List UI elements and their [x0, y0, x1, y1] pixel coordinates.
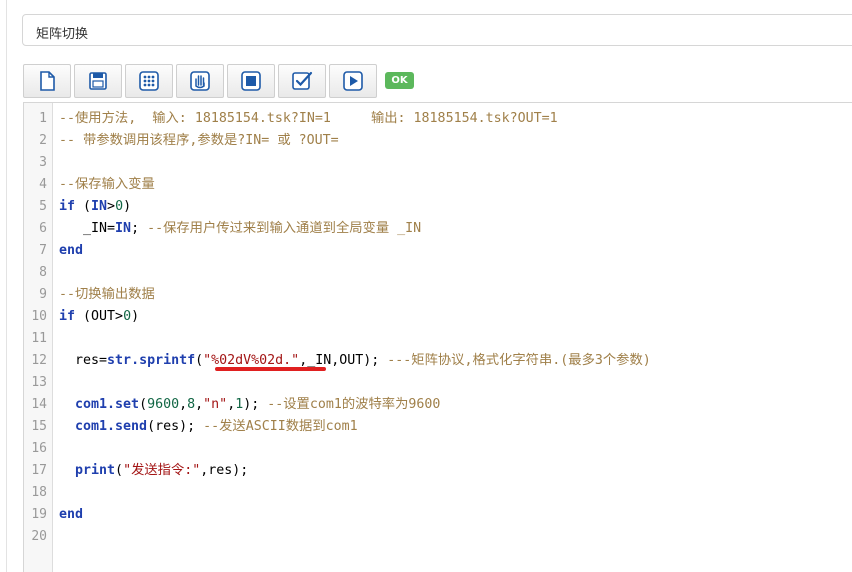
- code-text: ,: [179, 397, 188, 412]
- comment: ---矩阵协议,格式化字符串.(最多3个参数): [387, 353, 651, 368]
- string-literal: "n": [203, 397, 228, 412]
- hand-button[interactable]: [176, 64, 224, 98]
- line-number: 7: [39, 243, 47, 258]
- play-icon: [343, 71, 363, 91]
- comment: --设置com1的波特率为9600: [267, 397, 441, 412]
- line-number: 11: [31, 331, 47, 346]
- string-literal: "%02dV%02d.": [203, 353, 300, 368]
- line-number: 15: [31, 419, 47, 434]
- line-number: 5: [39, 199, 47, 214]
- variable: IN: [91, 199, 108, 214]
- line-number: 16: [31, 441, 47, 456]
- line-number: 4: [39, 177, 47, 192]
- keyword: if: [59, 199, 76, 214]
- code-text: ,: [195, 397, 204, 412]
- page: 矩阵切换 OK 1 2 3 4 5 6 7 8 9 10 11 12 13 14…: [0, 0, 852, 572]
- string-literal: "发送指令:": [123, 463, 201, 478]
- comment: --保存用户传过来到输入通道到全局变量 _IN: [147, 221, 422, 236]
- comment: --发送ASCII数据到com1: [203, 419, 358, 434]
- line-number: 18: [31, 485, 47, 500]
- code-text: (res);: [147, 419, 204, 434]
- code-text: (: [115, 463, 124, 478]
- variable: IN: [115, 221, 132, 236]
- code-text: ;: [131, 221, 148, 236]
- line-number: 9: [39, 287, 47, 302]
- code-line-15: com1.send(res); --发送ASCII数据到com1: [59, 416, 358, 438]
- code-editor[interactable]: 1 2 3 4 5 6 7 8 9 10 11 12 13 14 15 16 1…: [23, 102, 852, 572]
- line-number: 2: [39, 133, 47, 148]
- check-button[interactable]: [278, 64, 326, 98]
- run-button[interactable]: [329, 64, 377, 98]
- code-line-7: end: [59, 243, 84, 258]
- left-divider: [6, 0, 7, 572]
- line-number: 12: [31, 353, 47, 368]
- line-number: 17: [31, 463, 47, 478]
- code-line-5: if (IN>0): [59, 196, 131, 218]
- code-text: );: [243, 397, 268, 412]
- hand-icon: [190, 71, 210, 91]
- script-title-field[interactable]: 矩阵切换: [22, 14, 852, 46]
- code-line-4: --保存输入变量: [59, 177, 155, 192]
- keyword: if: [59, 309, 76, 324]
- function-name: str.sprintf: [107, 353, 196, 368]
- keypad-button[interactable]: [125, 64, 173, 98]
- code-line-19: end: [59, 507, 84, 522]
- code-line-2: -- 带参数调用该程序,参数是?IN= 或 ?OUT=: [59, 133, 339, 148]
- code-line-9: --切换输出数据: [59, 287, 155, 302]
- line-number: 6: [39, 221, 47, 236]
- line-number: 19: [31, 507, 47, 522]
- code-line-10: if (OUT>0): [59, 306, 139, 328]
- line-number: 3: [39, 155, 47, 170]
- status-badge: OK: [385, 72, 414, 89]
- keypad-icon: [139, 71, 159, 91]
- red-annotation-underline: [215, 367, 326, 371]
- stop-icon: [241, 71, 261, 91]
- code-text: (OUT>: [75, 309, 124, 324]
- code-text: (: [75, 199, 92, 214]
- line-number: 10: [31, 309, 47, 324]
- line-number: 13: [31, 375, 47, 390]
- line-number: 20: [31, 529, 47, 544]
- code-text: ,: [227, 397, 236, 412]
- code-line-1: --使用方法, 输入: 18185154.tsk?IN=1 输出: 181851…: [59, 111, 558, 126]
- new-file-button[interactable]: [23, 64, 71, 98]
- check-icon: [292, 71, 313, 90]
- save-icon: [89, 72, 107, 90]
- code-text: _IN=: [59, 221, 116, 236]
- number: 9600: [147, 397, 180, 412]
- operator: >: [107, 199, 116, 214]
- code-text: ,_IN,OUT);: [299, 353, 388, 368]
- code-line-17: print("发送指令:",res);: [59, 460, 248, 482]
- code-text: (: [195, 353, 204, 368]
- code-text: ): [123, 199, 132, 214]
- function-name: print: [75, 463, 116, 478]
- code-line-12: res=str.sprintf("%02dV%02d.",_IN,OUT); -…: [59, 350, 651, 372]
- number: 8: [187, 397, 196, 412]
- line-number: 8: [39, 265, 47, 280]
- line-number-gutter: 1 2 3 4 5 6 7 8 9 10 11 12 13 14 15 16 1…: [24, 103, 53, 572]
- line-number: 1: [39, 111, 47, 126]
- function-name: com1.set: [75, 397, 140, 412]
- number: 0: [123, 309, 132, 324]
- code-text: ): [131, 309, 140, 324]
- script-title: 矩阵切换: [36, 27, 89, 42]
- stop-button[interactable]: [227, 64, 275, 98]
- code-text: (: [139, 397, 148, 412]
- code-line-6: _IN=IN; --保存用户传过来到输入通道到全局变量 _IN: [59, 218, 421, 240]
- save-button[interactable]: [74, 64, 122, 98]
- code-text: res=: [59, 353, 108, 368]
- function-name: com1.send: [75, 419, 148, 434]
- new-file-icon: [40, 71, 55, 91]
- code-line-14: com1.set(9600,8,"n",1); --设置com1的波特率为960…: [59, 394, 440, 416]
- number: 0: [115, 199, 124, 214]
- code-text: ,res);: [200, 463, 249, 478]
- line-number: 14: [31, 397, 47, 412]
